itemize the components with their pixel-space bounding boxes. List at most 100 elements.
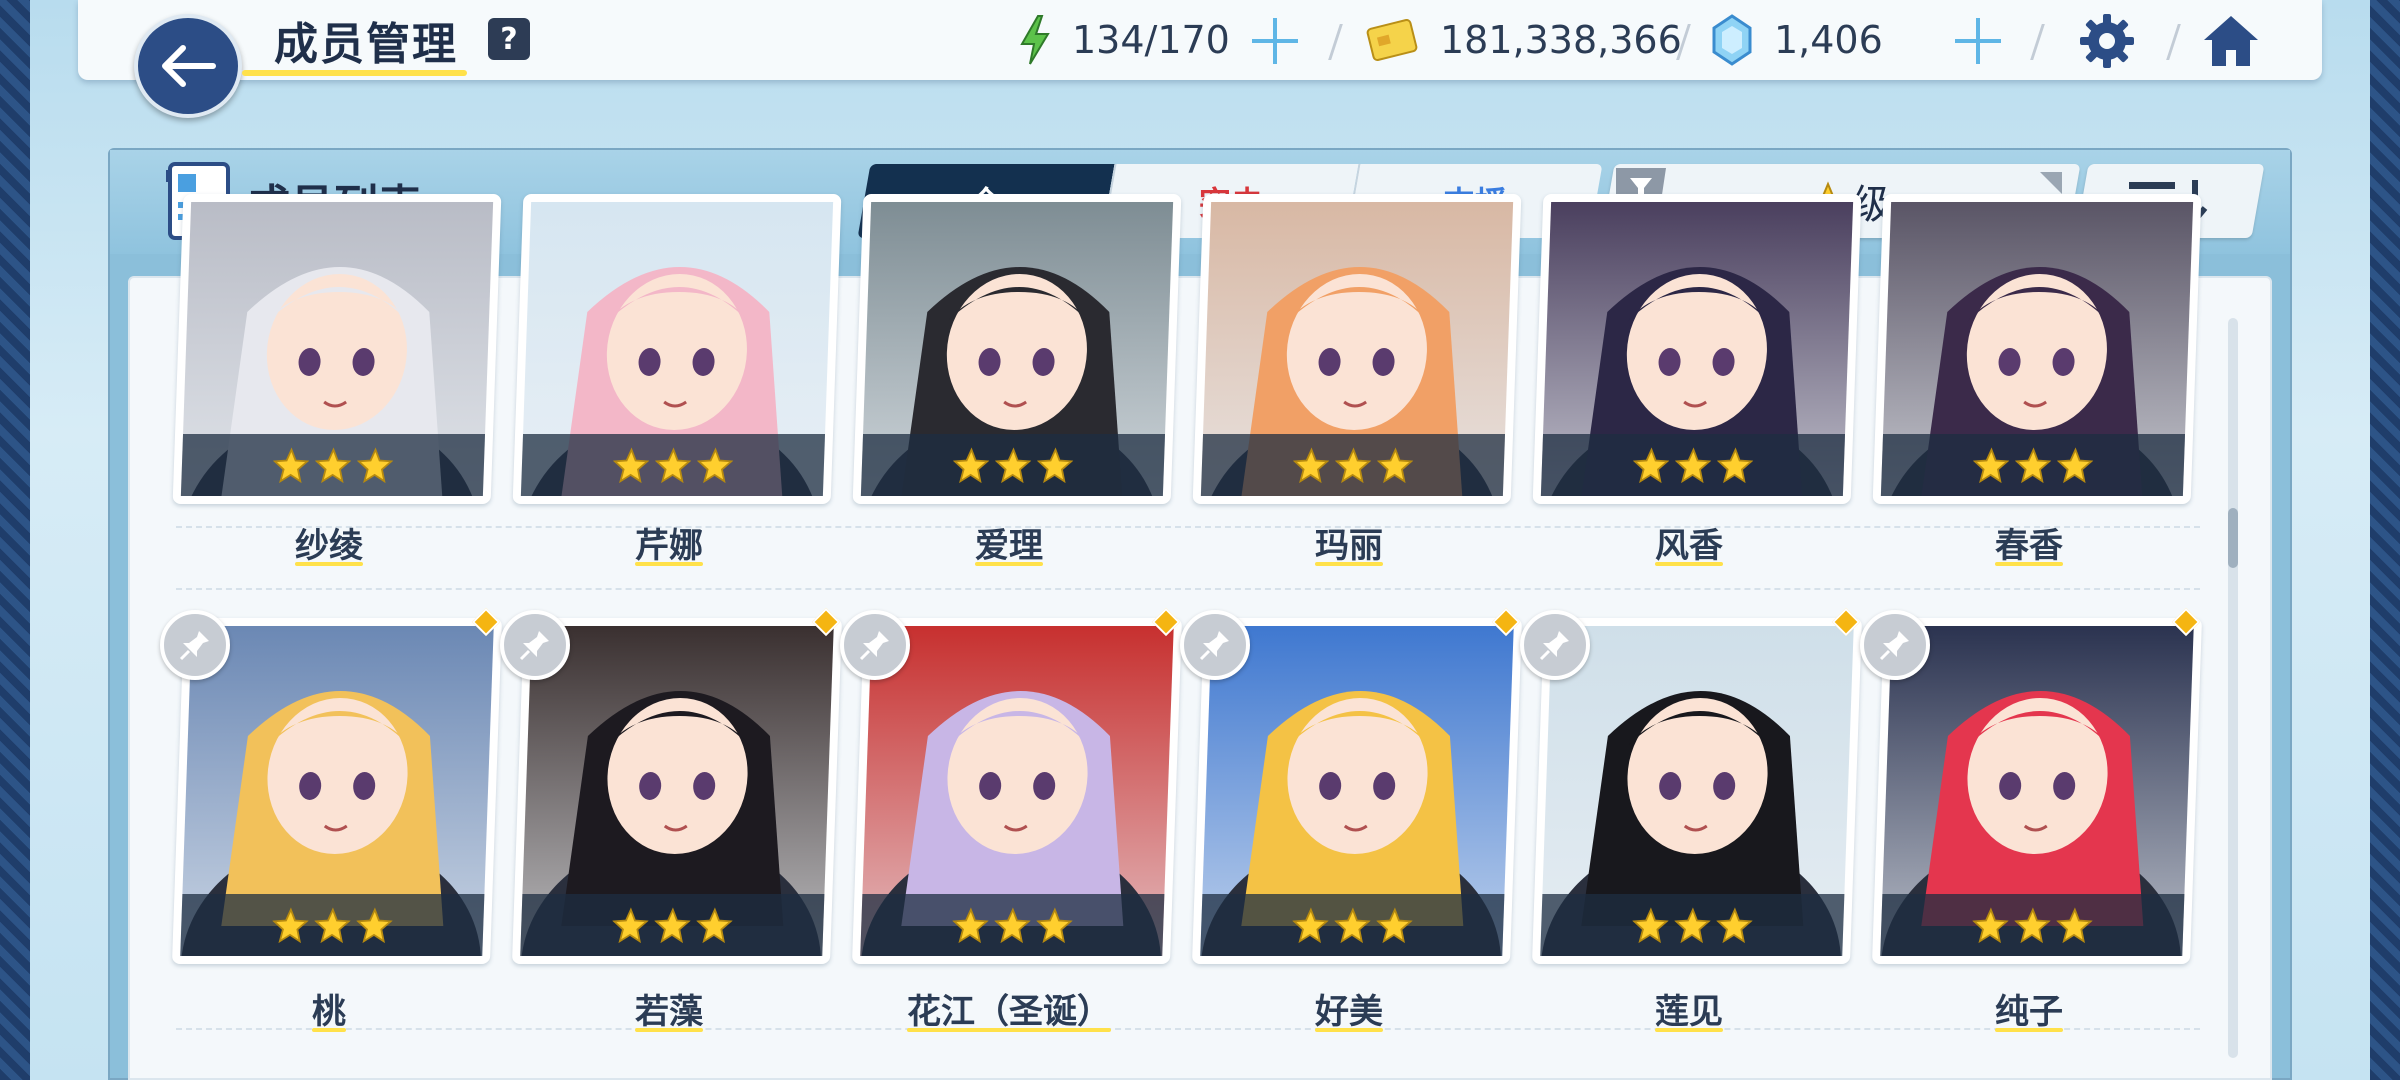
- star-icon: [952, 447, 990, 483]
- star-icon: [314, 907, 351, 943]
- star-icon: [1972, 447, 2010, 483]
- title-underline: [242, 70, 467, 76]
- member-card[interactable]: [511, 618, 843, 964]
- star-icon: [1716, 907, 1753, 943]
- back-button[interactable]: [134, 14, 242, 118]
- member-card[interactable]: [171, 618, 503, 964]
- star-icon: [1632, 907, 1669, 943]
- name-underline: [1655, 562, 1723, 566]
- member-name: 桃: [312, 992, 346, 1032]
- star-icon: [272, 907, 309, 943]
- gem-icon: [1712, 14, 1752, 66]
- dropdown-corner: [2040, 172, 2062, 194]
- star-icon: [994, 907, 1031, 943]
- member-card[interactable]: [1872, 194, 2202, 504]
- star-icon: [1376, 447, 1414, 483]
- scrollbar-track[interactable]: [2228, 318, 2238, 1058]
- star-icon: [272, 447, 310, 483]
- member-card[interactable]: [172, 194, 502, 504]
- star-rating: [1200, 434, 1506, 496]
- member-name: 爱理: [975, 526, 1043, 566]
- member-card[interactable]: [512, 194, 842, 504]
- name-underline: [1315, 1028, 1383, 1032]
- member-name: 芹娜: [635, 526, 703, 566]
- star-icon: [952, 907, 989, 943]
- star-icon: [696, 907, 733, 943]
- name-underline: [635, 1028, 703, 1032]
- star-rating: [1200, 894, 1505, 956]
- credit-card-icon: [1366, 19, 1418, 61]
- name-underline: [295, 562, 363, 566]
- member-card[interactable]: [852, 194, 1182, 504]
- star-icon: [1376, 907, 1413, 943]
- member-name: 若藻: [635, 992, 703, 1032]
- star-icon: [314, 447, 352, 483]
- star-rating: [1540, 894, 1845, 956]
- member-card[interactable]: [1191, 618, 1523, 964]
- name-underline: [1995, 562, 2063, 566]
- member-name: 好美: [1315, 992, 1383, 1032]
- pin-button[interactable]: [160, 610, 230, 680]
- add-gems-button[interactable]: [1955, 18, 2001, 64]
- member-name: 玛丽: [1315, 526, 1383, 566]
- star-icon: [2056, 907, 2093, 943]
- gems-value: 1,406: [1774, 18, 1883, 62]
- star-icon: [2056, 447, 2094, 483]
- star-rating: [180, 894, 485, 956]
- pin-button[interactable]: [840, 610, 910, 680]
- ap-value: 134/170: [1072, 18, 1230, 62]
- member-card[interactable]: [1531, 618, 1863, 964]
- home-button[interactable]: [2200, 10, 2262, 72]
- scrollbar-thumb[interactable]: [2228, 508, 2238, 568]
- star-icon: [1292, 447, 1330, 483]
- star-icon: [356, 447, 394, 483]
- help-button[interactable]: ?: [488, 18, 530, 60]
- arrow-left-icon: [162, 45, 216, 87]
- member-name: 纯子: [1995, 992, 2063, 1032]
- left-border: [0, 0, 30, 1080]
- star-icon: [1036, 447, 1074, 483]
- star-icon: [1036, 907, 1073, 943]
- add-ap-button[interactable]: [1252, 18, 1298, 64]
- star-icon: [612, 447, 650, 483]
- star-icon: [2014, 907, 2051, 943]
- pin-button[interactable]: [1180, 610, 1250, 680]
- pin-button[interactable]: [500, 610, 570, 680]
- star-rating: [520, 434, 826, 496]
- star-rating: [1880, 434, 2186, 496]
- star-icon: [1292, 907, 1329, 943]
- member-card[interactable]: [1532, 194, 1862, 504]
- name-underline: [1315, 562, 1383, 566]
- settings-button[interactable]: [2076, 10, 2138, 72]
- star-icon: [654, 907, 691, 943]
- name-underline: [907, 1028, 1111, 1032]
- star-icon: [1334, 907, 1371, 943]
- star-icon: [2014, 447, 2052, 483]
- star-icon: [356, 907, 393, 943]
- lightning-icon: [1020, 15, 1050, 65]
- row-divider: [176, 588, 2200, 590]
- pin-button[interactable]: [1860, 610, 1930, 680]
- star-rating: [520, 894, 825, 956]
- name-underline: [1995, 1028, 2063, 1032]
- pin-icon: [1879, 631, 1909, 661]
- member-name: 纱绫: [295, 526, 363, 566]
- member-card[interactable]: [1871, 618, 2203, 964]
- star-rating: [860, 434, 1166, 496]
- right-border: [2370, 0, 2400, 1080]
- star-icon: [1334, 447, 1372, 483]
- pin-button[interactable]: [1520, 610, 1590, 680]
- member-card[interactable]: [851, 618, 1183, 964]
- pin-icon: [179, 631, 209, 661]
- member-card[interactable]: [1192, 194, 1522, 504]
- star-icon: [1716, 447, 1754, 483]
- star-rating: [180, 434, 486, 496]
- star-icon: [1632, 447, 1670, 483]
- name-underline: [1655, 1028, 1723, 1032]
- name-underline: [635, 562, 703, 566]
- star-icon: [654, 447, 692, 483]
- star-icon: [696, 447, 734, 483]
- pin-icon: [1199, 631, 1229, 661]
- pin-icon: [519, 631, 549, 661]
- member-name: 莲见: [1655, 992, 1723, 1032]
